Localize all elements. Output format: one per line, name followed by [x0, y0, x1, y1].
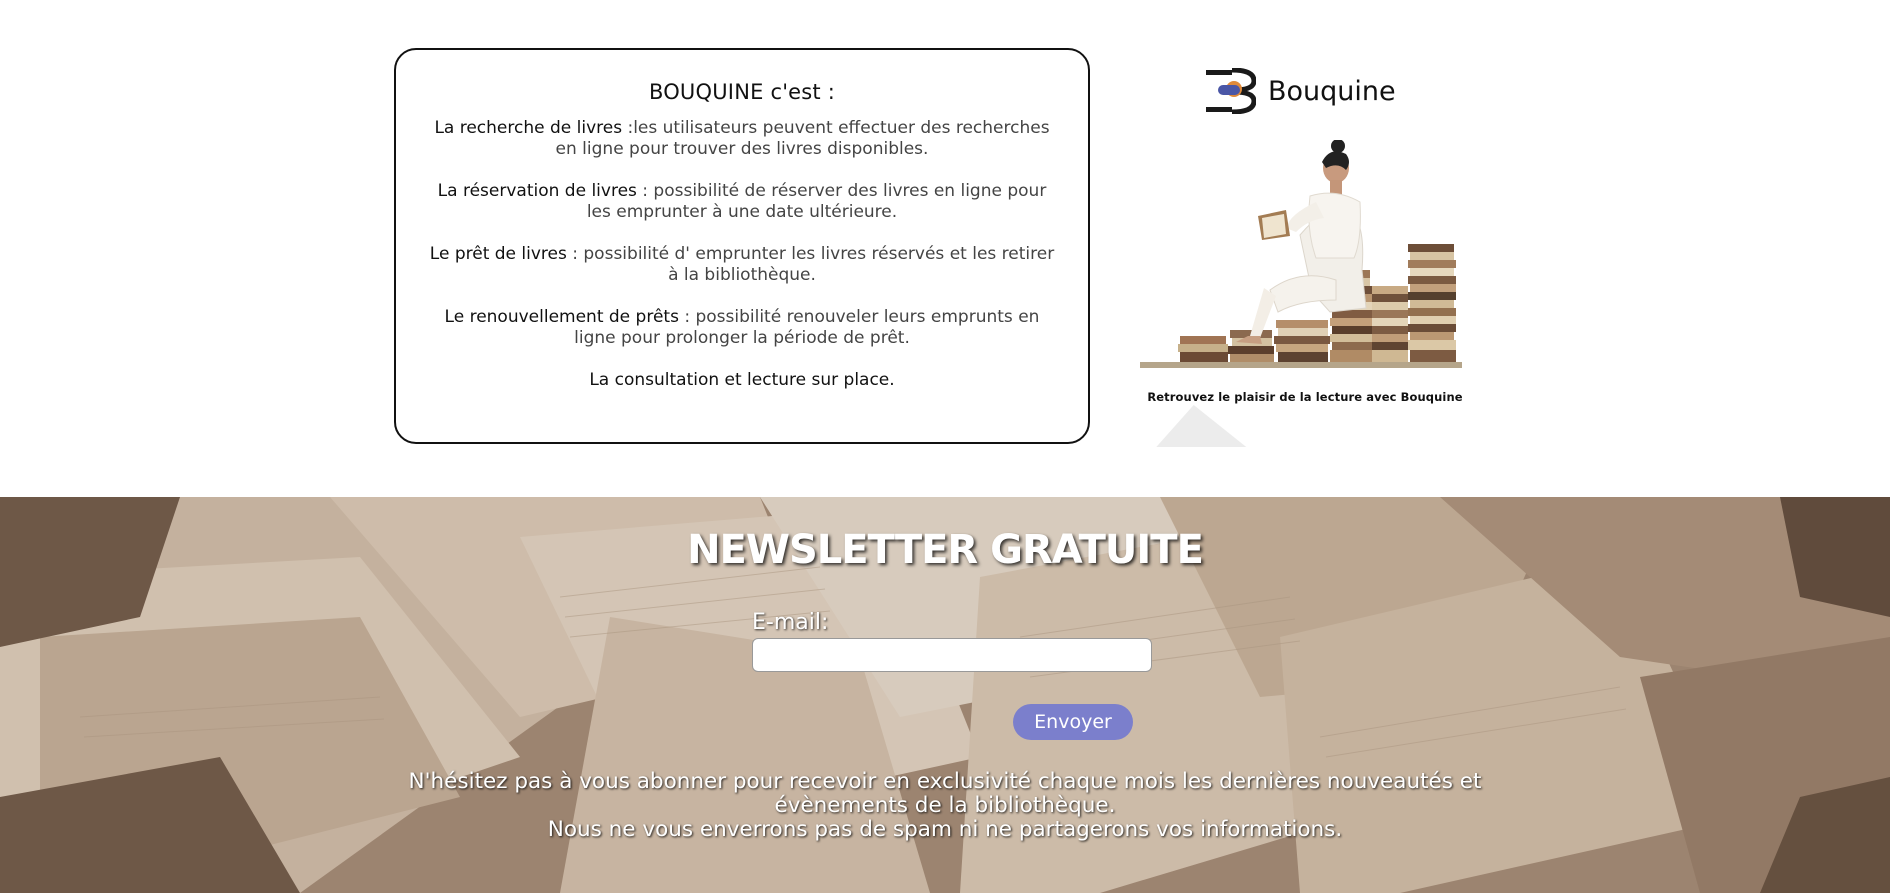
info-item-label: Le renouvellement de prêts: [444, 307, 679, 327]
newsletter-description: N'hésitez pas à vous abonner pour recevo…: [340, 770, 1550, 842]
send-button[interactable]: Envoyer: [1013, 704, 1133, 740]
newsletter-text-line1: N'hésitez pas à vous abonner pour recevo…: [408, 769, 1482, 818]
email-input[interactable]: [752, 638, 1152, 672]
brand-column: Bouquine Retrouvez le plaisir de la lect…: [1140, 60, 1470, 460]
partial-divider: [470, 0, 770, 4]
info-item-label: Le prêt de livres: [429, 244, 567, 264]
info-card: BOUQUINE c'est : La recherche de livres …: [394, 48, 1090, 444]
info-item-text: : possibilité d' emprunter les livres ré…: [566, 244, 1055, 285]
bouquine-logo-icon: [1206, 68, 1256, 114]
info-item-text: :les utilisateurs peuvent effectuer des …: [555, 118, 1050, 159]
newsletter-title: NEWSLETTER GRATUITE: [687, 527, 1204, 573]
newsletter-section: NEWSLETTER GRATUITE E-mail: Envoyer N'hé…: [0, 497, 1890, 893]
info-item-text: : possibilité de réserver des livres en …: [586, 181, 1047, 222]
about-section: BOUQUINE c'est : La recherche de livres …: [0, 0, 1890, 497]
info-item-label: La réservation de livres: [437, 181, 637, 201]
info-item-search: La recherche de livres :les utilisateurs…: [428, 118, 1056, 160]
logo[interactable]: Bouquine: [1204, 68, 1396, 114]
info-item-reservation: La réservation de livres : possibilité d…: [428, 181, 1056, 223]
info-item-renewal: Le renouvellement de prêts : possibilité…: [428, 307, 1056, 349]
decorative-triangle: [1156, 405, 1254, 447]
info-last: La consultation et lecture sur place.: [589, 370, 895, 390]
tagline: Retrouvez le plaisir de la lecture avec …: [1147, 390, 1463, 404]
newsletter-text-line2: Nous ne vous enverrons pas de spam ni ne…: [547, 817, 1343, 842]
logo-text: Bouquine: [1268, 75, 1396, 107]
email-label: E-mail:: [752, 610, 829, 635]
info-title: BOUQUINE c'est :: [648, 80, 836, 104]
info-item-loan: Le prêt de livres : possibilité d' empru…: [428, 244, 1056, 286]
reading-woman-image: [1140, 140, 1462, 368]
info-item-label: La recherche de livres: [434, 118, 623, 138]
